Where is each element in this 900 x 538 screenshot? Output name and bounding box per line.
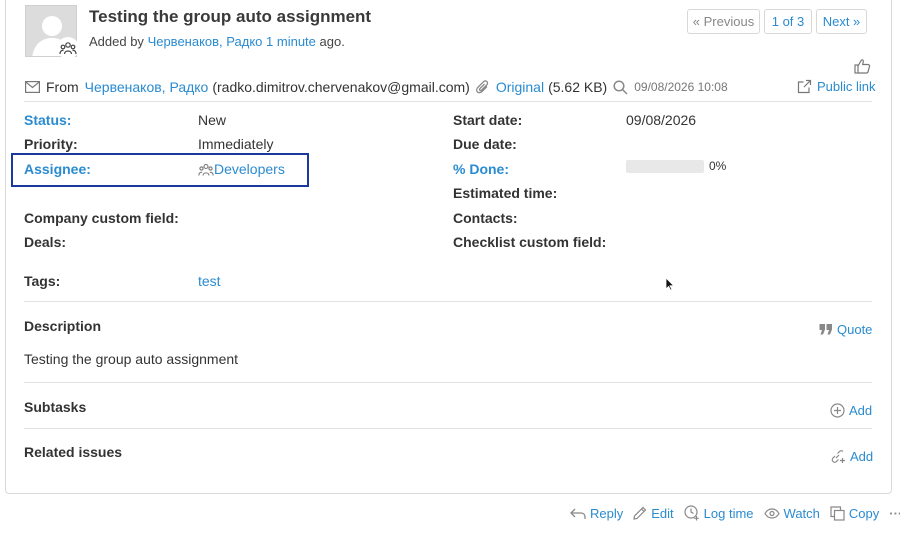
divider	[24, 428, 872, 429]
quote-label[interactable]: Quote	[837, 322, 872, 337]
issue-title: Testing the group auto assignment	[89, 7, 372, 26]
reply-button[interactable]: Reply	[570, 506, 623, 521]
more-actions-button[interactable]: ···	[889, 506, 900, 521]
email-source-row: From Червенаков, Радко (radko.dimitrov.c…	[25, 79, 728, 95]
envelope-icon	[25, 81, 40, 93]
quote-icon	[819, 323, 833, 336]
start-date-value: 09/08/2026	[626, 112, 697, 128]
issue-actions-bar: Reply Edit Log time Watch Copy ··	[570, 505, 900, 521]
add-circle-icon	[830, 403, 845, 418]
add-subtask-button[interactable]: Add	[830, 403, 872, 418]
add-related-label[interactable]: Add	[850, 449, 873, 464]
sender-name-link[interactable]: Червенаков, Радко	[85, 79, 209, 95]
author-link[interactable]: Червенаков, Радко	[148, 34, 263, 49]
from-label: From	[46, 79, 79, 95]
log-time-button[interactable]: Log time	[684, 505, 754, 521]
next-button[interactable]: Next »	[816, 9, 867, 34]
pager-count[interactable]: 1 of 3	[764, 9, 812, 34]
copy-label[interactable]: Copy	[849, 506, 879, 521]
copy-icon	[830, 505, 845, 521]
checklist-field-label: Checklist custom field:	[453, 234, 607, 250]
pencil-icon	[633, 506, 647, 520]
eye-icon	[763, 507, 780, 519]
add-related-issue-button[interactable]: Add	[830, 449, 873, 464]
divider	[24, 382, 872, 383]
issue-byline: Added by Червенаков, Радко 1 minute ago.	[89, 34, 345, 49]
time-ago-link[interactable]: 1 minute	[266, 34, 316, 49]
estimated-time-label: Estimated time:	[453, 185, 558, 201]
link-add-icon	[830, 449, 846, 464]
clock-add-icon	[684, 505, 700, 521]
ago-suffix: ago.	[319, 34, 345, 49]
reply-icon	[570, 507, 586, 520]
assignee-value: Developers	[198, 161, 285, 177]
status-value: New	[198, 112, 227, 128]
add-subtask-label[interactable]: Add	[849, 403, 872, 418]
previous-button[interactable]: « Previous	[687, 9, 760, 34]
edit-label[interactable]: Edit	[651, 506, 673, 521]
group-icon	[57, 37, 79, 59]
done-progress-bar	[626, 160, 704, 173]
thumbs-up-icon[interactable]	[854, 58, 871, 77]
mouse-cursor-icon	[665, 277, 675, 294]
edit-button[interactable]: Edit	[633, 506, 674, 521]
public-link-label[interactable]: Public link	[817, 79, 876, 94]
done-label[interactable]: % Done:	[453, 161, 509, 177]
divider	[24, 101, 872, 102]
public-link[interactable]: Public link	[797, 79, 876, 94]
due-date-label: Due date:	[453, 136, 517, 152]
quote-button[interactable]: Quote	[819, 322, 872, 337]
watch-label[interactable]: Watch	[784, 506, 820, 521]
priority-value: Immediately	[198, 136, 274, 152]
original-size: (5.62 KB)	[548, 79, 608, 95]
issue-card	[5, 0, 892, 494]
related-issues-title: Related issues	[24, 444, 123, 460]
email-datetime: 09/08/2026 10:08	[634, 80, 728, 94]
contacts-label: Contacts:	[453, 210, 518, 226]
external-link-icon	[797, 79, 812, 94]
log-time-label[interactable]: Log time	[704, 506, 754, 521]
assignee-label[interactable]: Assignee:	[24, 161, 91, 177]
tag-link[interactable]: test	[198, 273, 221, 289]
divider	[24, 301, 872, 302]
paperclip-icon	[475, 79, 490, 95]
tags-label: Tags:	[24, 273, 61, 289]
added-by-prefix: Added by	[89, 34, 144, 49]
original-email-link[interactable]: Original	[496, 79, 544, 95]
group-icon	[198, 162, 214, 177]
magnifier-icon[interactable]	[613, 79, 628, 95]
assignee-group-link[interactable]: Developers	[214, 161, 285, 177]
copy-button[interactable]: Copy	[830, 506, 879, 521]
start-date-label: Start date:	[453, 112, 523, 128]
done-value: 0%	[709, 159, 727, 173]
priority-label: Priority:	[24, 136, 78, 152]
description-title: Description	[24, 318, 102, 334]
company-field-label: Company custom field:	[24, 210, 179, 226]
watch-button[interactable]: Watch	[763, 506, 820, 521]
reply-label[interactable]: Reply	[590, 506, 623, 521]
deals-label: Deals:	[24, 234, 67, 250]
subtasks-title: Subtasks	[24, 399, 87, 415]
status-label[interactable]: Status:	[24, 112, 71, 128]
sender-email: (radko.dimitrov.chervenakov@gmail.com)	[212, 79, 470, 95]
description-text: Testing the group auto assignment	[24, 351, 239, 367]
